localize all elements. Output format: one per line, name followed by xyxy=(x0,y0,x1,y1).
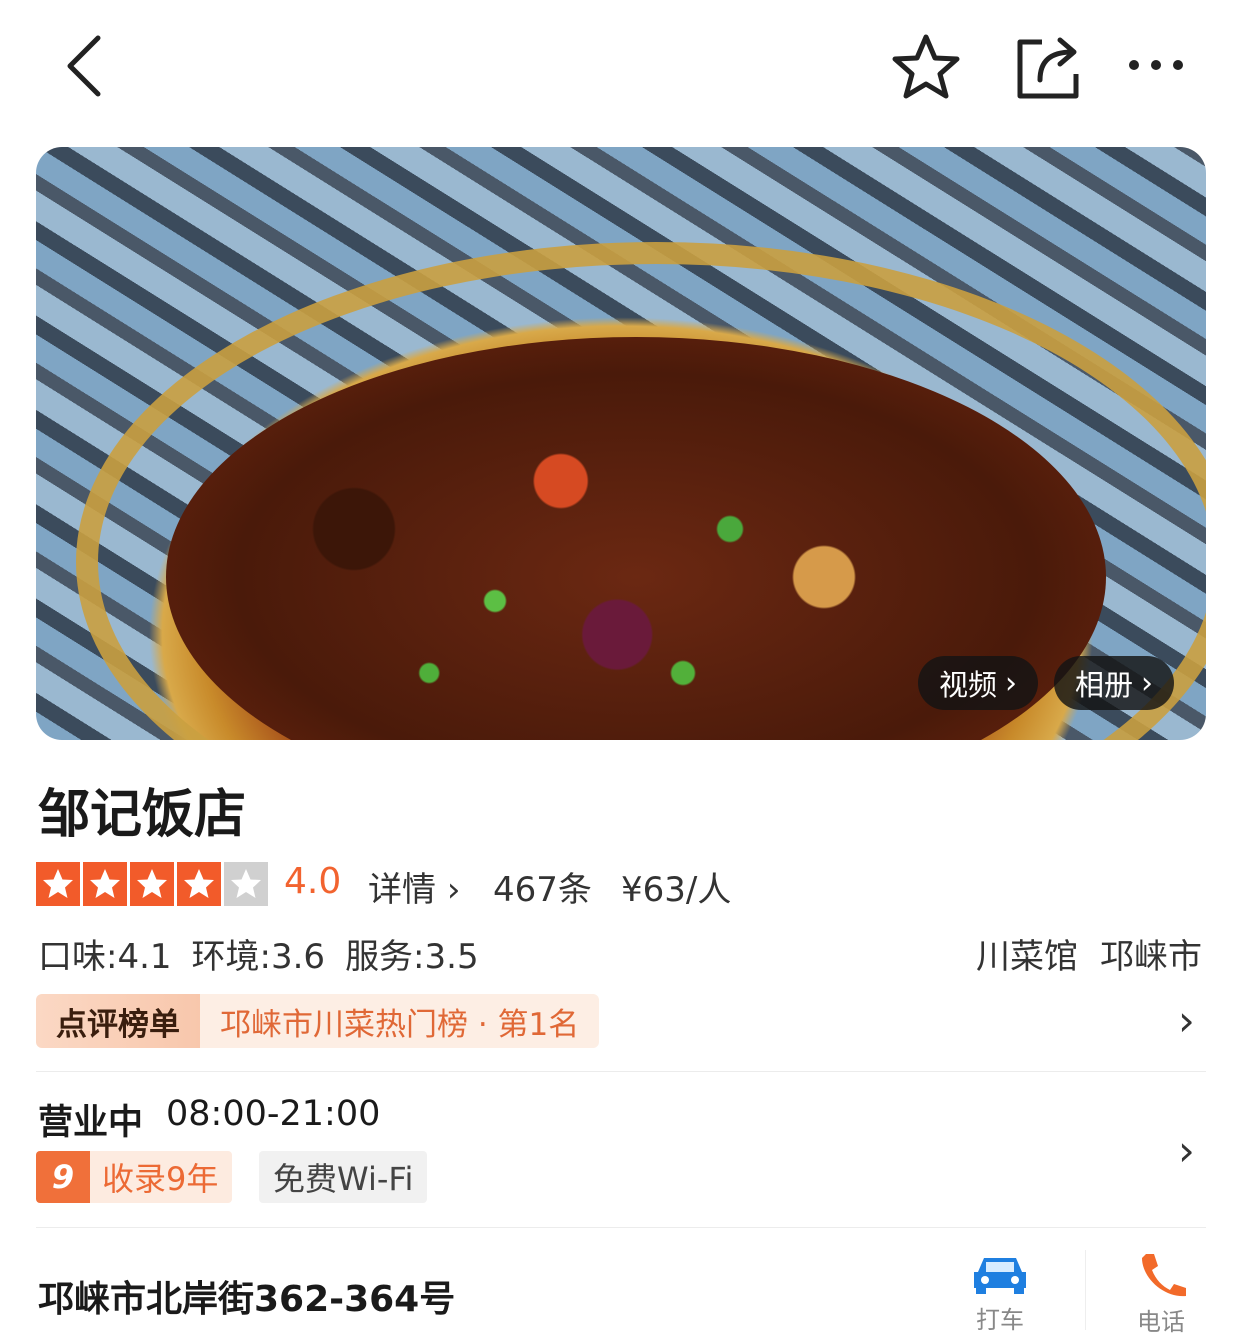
hours-chevron-icon[interactable]: › xyxy=(1178,1126,1195,1175)
favorite-button[interactable] xyxy=(888,30,964,104)
album-label: 相册 xyxy=(1074,668,1133,702)
chevron-right-icon: › xyxy=(1141,665,1153,701)
chevron-right-icon: › xyxy=(446,870,461,910)
share-button[interactable] xyxy=(1012,32,1082,102)
back-icon xyxy=(67,35,101,97)
star-filled-icon xyxy=(177,862,221,906)
star-empty-icon xyxy=(224,862,268,906)
detail-label: 详情 xyxy=(368,870,436,910)
category-area: 川菜馆 邛崃市 xyxy=(976,929,1202,978)
more-icon xyxy=(1129,60,1183,70)
star-rating xyxy=(36,862,268,906)
divider xyxy=(36,1227,1206,1228)
star-filled-icon xyxy=(130,862,174,906)
avg-price: ¥63/人 xyxy=(621,870,732,910)
score-environment: 环境:3.6 xyxy=(191,937,326,977)
vertical-divider xyxy=(1085,1250,1086,1330)
open-status: 营业中 xyxy=(38,1103,144,1143)
album-button[interactable]: 相册 › xyxy=(1054,656,1174,710)
video-label: 视频 xyxy=(938,668,997,702)
taxi-button[interactable]: 打车 xyxy=(970,1252,1030,1335)
star-outline-icon xyxy=(892,34,960,99)
back-button[interactable] xyxy=(52,30,116,102)
sub-scores: 口味:4.1 环境:3.6 服务:3.5 xyxy=(38,929,479,978)
call-label: 电话 xyxy=(1137,1308,1185,1336)
divider xyxy=(36,1071,1206,1072)
score-taste: 口味:4.1 xyxy=(38,937,172,977)
star-filled-icon xyxy=(36,862,80,906)
address-text[interactable]: 邛崃市北岸街362-364号 xyxy=(38,1270,455,1322)
years-text: 收录9年 xyxy=(90,1151,233,1203)
more-button[interactable] xyxy=(1124,48,1188,82)
ranking-tag: 点评榜单 xyxy=(36,994,200,1048)
category-label[interactable]: 川菜馆 xyxy=(976,929,1078,978)
score-service: 服务:3.5 xyxy=(345,937,479,977)
business-hours: 08:00-21:00 xyxy=(166,1094,381,1134)
star-filled-icon xyxy=(83,862,127,906)
phone-icon xyxy=(1142,1254,1186,1297)
chevron-right-icon: › xyxy=(1005,665,1017,701)
car-icon xyxy=(974,1258,1026,1294)
ranking-text: 邛崃市川菜热门榜 · 第1名 xyxy=(200,994,600,1048)
video-button[interactable]: 视频 › xyxy=(918,656,1038,710)
taxi-label: 打车 xyxy=(976,1306,1024,1334)
ranking-banner[interactable]: 点评榜单 邛崃市川菜热门榜 · 第1名 xyxy=(36,994,600,1048)
detail-link[interactable]: 详情 › xyxy=(368,862,460,911)
ranking-chevron-icon[interactable]: › xyxy=(1178,996,1195,1045)
review-count[interactable]: 467条 xyxy=(493,862,592,911)
years-tag: 9 收录9年 xyxy=(36,1151,233,1203)
rating-score: 4.0 xyxy=(284,861,342,902)
years-badge: 9 xyxy=(36,1151,90,1203)
hero-photo[interactable]: 视频 › 相册 › xyxy=(36,147,1206,740)
call-button[interactable]: 电话 xyxy=(1134,1250,1188,1337)
shop-name: 邹记饭店 xyxy=(38,785,247,845)
area-label[interactable]: 邛崃市 xyxy=(1100,929,1202,978)
wifi-tag: 免费Wi-Fi xyxy=(259,1151,428,1203)
share-icon xyxy=(1017,37,1079,99)
